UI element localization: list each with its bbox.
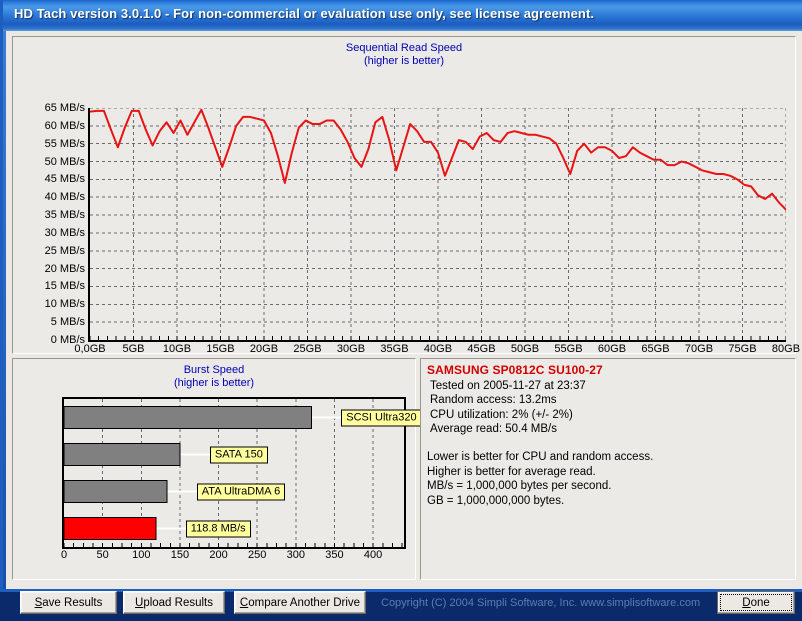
- y-axis-tick-label: 10 MB/s: [44, 298, 85, 311]
- sequential-read-y-axis: 65 MB/s 60 MB/s 55 MB/s 50 MB/s 45 MB/s 40 MB…: [21, 102, 85, 346]
- x-axis-tick-label: 65GB: [641, 343, 670, 355]
- y-axis-tick-label: 20 MB/s: [44, 262, 85, 275]
- burst-speed-x-axis: 0 50 100 150 200 250 300 350 400: [60, 549, 404, 565]
- copyright-text: Copyright (C) 2004 Simpli Software, Inc.…: [381, 597, 701, 609]
- drive-info-note: Higher is better for average read.: [427, 465, 596, 478]
- drive-info-note: Lower is better for CPU and random acces…: [427, 450, 654, 463]
- y-axis-tick-label: 60 MB/s: [44, 119, 85, 132]
- window-client-area: Sequential Read Speed (higher is better)…: [6, 31, 802, 614]
- drive-info-note: MB/s = 1,000,000 bytes per second.: [427, 480, 612, 493]
- sequential-read-graph: [90, 108, 786, 340]
- compare-another-drive-button[interactable]: Compare Another Drive: [234, 591, 366, 614]
- x-axis-tick-label: 15GB: [206, 343, 235, 355]
- upload-results-button[interactable]: Upload Results: [123, 591, 225, 614]
- burst-speed-title: Burst Speed (higher is better): [13, 364, 415, 390]
- x-axis-tick-label: 40GB: [423, 343, 453, 355]
- burst-speed-panel: Burst Speed (higher is better) SCSI Ultr…: [12, 358, 422, 580]
- x-axis-tick-label: 10GB: [162, 343, 192, 355]
- x-axis-tick-label: 35GB: [380, 343, 409, 355]
- drive-info-line: Tested on 2005-11-27 at 23:37: [430, 379, 586, 392]
- y-axis-tick-label: 40 MB/s: [44, 191, 85, 204]
- drive-info-text: SAMSUNG SP0812C SU100-27 Tested on 2005-…: [427, 363, 790, 575]
- x-axis-tick-label: 80GB: [771, 343, 801, 355]
- bottom-button-bar: Save Results Upload Results Compare Anot…: [6, 584, 802, 621]
- burst-x-axis-tick-label: 250: [247, 549, 267, 561]
- burst-speed-title-sub: (higher is better): [173, 377, 255, 389]
- drive-model-name: SAMSUNG SP0812C SU100-27: [427, 363, 603, 377]
- bar-callout-label: ATA UltraDMA 6: [196, 483, 286, 500]
- burst-x-axis-tick-label: 50: [96, 549, 109, 561]
- x-axis-tick-label: 20GB: [249, 343, 279, 355]
- y-axis-tick-label: 25 MB/s: [44, 244, 85, 257]
- x-axis-tick-label: 70GB: [684, 343, 714, 355]
- y-axis-tick-label: 35 MB/s: [44, 209, 85, 222]
- drive-info-line: Average read: 50.4 MB/s: [430, 423, 557, 436]
- compare-another-drive-label: Compare Another Drive: [239, 596, 361, 609]
- save-results-label: Save Results: [34, 596, 103, 609]
- x-axis-tick-label: 50GB: [510, 343, 540, 355]
- hd-tach-window: HD Tach version 3.0.1.0 - For non-commer…: [0, 0, 802, 614]
- y-axis-tick-label: 5 MB/s: [50, 316, 85, 329]
- burst-x-axis-tick-label: 200: [209, 549, 228, 561]
- sequential-read-title: Sequential Read Speed (higher is better): [13, 42, 795, 68]
- sequential-read-panel: Sequential Read Speed (higher is better)…: [12, 36, 800, 355]
- drive-info-panel: SAMSUNG SP0812C SU100-27 Tested on 2005-…: [420, 358, 796, 580]
- x-axis-tick-label: 75GB: [728, 343, 757, 355]
- burst-x-axis-tick-label: 300: [286, 549, 305, 561]
- burst-x-axis-tick-label: 0: [60, 549, 68, 561]
- burst-speed-title-main: Burst Speed: [183, 364, 245, 376]
- x-axis-tick-label: 25GB: [293, 343, 322, 355]
- x-axis-tick-label: 60GB: [597, 343, 627, 355]
- y-axis-tick-label: 15 MB/s: [44, 280, 85, 293]
- sequential-read-plot: [88, 108, 786, 342]
- drive-info-line: Random access: 13.2ms: [430, 394, 557, 407]
- x-axis-tick-label: 0,0GB: [74, 343, 106, 355]
- x-axis-tick-label: 55GB: [554, 343, 583, 355]
- sequential-read-x-axis: 0,0GB 5GB 10GB 15GB 20GB 25GB 30GB 35GB 40GB 45GB…: [74, 343, 800, 359]
- burst-x-axis-tick-label: 100: [132, 549, 151, 561]
- y-axis-tick-label: 50 MB/s: [44, 155, 85, 168]
- burst-x-axis-tick-label: 400: [363, 549, 383, 561]
- sequential-read-title-main: Sequential Read Speed: [345, 42, 463, 54]
- drive-info-note: GB = 1,000,000,000 bytes.: [427, 494, 565, 507]
- bar-callout-label: SCSI Ultra320: [341, 409, 422, 426]
- y-axis-tick-label: 55 MB/s: [44, 137, 85, 150]
- drive-info-notes: Lower is better for CPU and random acces…: [427, 450, 790, 508]
- x-axis-tick-label: 45GB: [467, 343, 496, 355]
- x-axis-tick-label: 5GB: [122, 343, 145, 355]
- x-axis-tick-label: 30GB: [336, 343, 366, 355]
- sequential-read-title-sub: (higher is better): [363, 55, 445, 67]
- bar-callout-label: 118.8 MB/s: [185, 520, 251, 537]
- bar-callout-label: SATA 150: [209, 446, 268, 463]
- y-axis-tick-label: 45 MB/s: [44, 173, 85, 186]
- window-title: HD Tach version 3.0.1.0 - For non-commer…: [14, 6, 595, 21]
- burst-x-axis-tick-label: 150: [170, 549, 190, 561]
- y-axis-tick-label: 30 MB/s: [44, 226, 85, 239]
- burst-x-axis-tick-label: 350: [325, 549, 344, 561]
- y-axis-tick-label: 65 MB/s: [44, 102, 85, 114]
- drive-info-stats: Tested on 2005-11-27 at 23:37 Random acce…: [427, 379, 790, 437]
- save-results-button[interactable]: Save Results: [20, 591, 117, 614]
- window-titlebar: HD Tach version 3.0.1.0 - For non-commer…: [3, 0, 802, 31]
- upload-results-label: Upload Results: [135, 596, 213, 609]
- done-button[interactable]: Done: [717, 591, 795, 614]
- focus-ring: [720, 594, 792, 611]
- drive-info-line: CPU utilization: 2% (+/- 2%): [430, 408, 573, 421]
